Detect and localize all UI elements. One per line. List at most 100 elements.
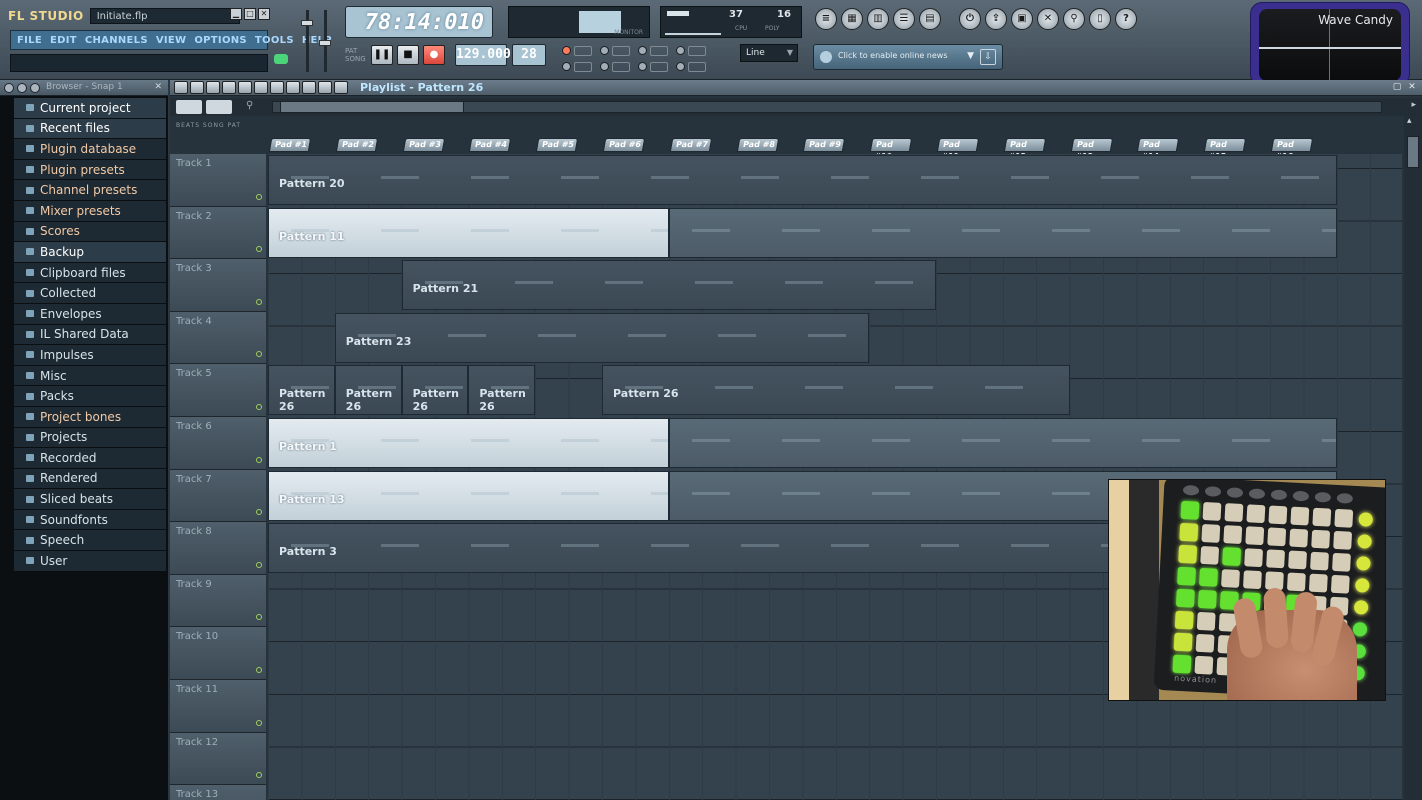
mute-tool-icon[interactable] — [254, 81, 268, 94]
menu-item-edit[interactable]: EDIT — [50, 35, 77, 46]
link-icon[interactable] — [650, 62, 668, 72]
wait-icon[interactable] — [574, 46, 592, 56]
metronome-icon[interactable] — [612, 46, 630, 56]
track-header[interactable]: Track 5 — [170, 364, 266, 417]
vertical-scrollbar-thumb[interactable] — [1407, 136, 1419, 168]
settings-icon[interactable]: ✕ — [1037, 8, 1059, 30]
master-pitch-slider[interactable] — [319, 40, 331, 46]
project-filename[interactable]: Initiate.flp — [89, 8, 240, 24]
pattern-clip[interactable] — [668, 418, 1337, 468]
pad-marker[interactable]: Pad #3 — [402, 138, 445, 152]
help-icon[interactable]: ? — [1115, 8, 1137, 30]
chevron-down-icon[interactable]: ▼ — [967, 51, 974, 61]
browser-icon[interactable]: ☰ — [893, 8, 915, 30]
tempo-display[interactable]: 129.000 — [455, 44, 511, 66]
snap-select[interactable]: Line ▼ — [740, 44, 798, 62]
online-news-panel[interactable]: Click to enable online news ▼ ⇩ — [813, 44, 1003, 70]
export-wave-icon[interactable]: ⇪ — [985, 8, 1007, 30]
browser-item-impulses[interactable]: Impulses — [14, 345, 166, 366]
mixer-icon[interactable]: ▤ — [919, 8, 941, 30]
song-position-display[interactable]: 78:14:010 — [345, 6, 493, 38]
browser-item-plugin-presets[interactable]: Plugin presets — [14, 159, 166, 181]
browser-item-recorded[interactable]: Recorded — [14, 448, 166, 469]
browser-item-envelopes[interactable]: Envelopes — [14, 303, 166, 325]
pad-marker[interactable]: Pad #5 — [535, 138, 579, 152]
pad-marker[interactable]: Pad #11 — [936, 138, 980, 161]
pattern-number-display[interactable]: 28 — [512, 44, 546, 66]
pattern-clip[interactable]: Pattern 26 — [334, 365, 402, 416]
horizontal-scrollbar-thumb[interactable] — [280, 101, 464, 113]
pattern-clip[interactable]: Pattern 26 — [468, 365, 536, 416]
browser-item-channel-presets[interactable]: Channel presets — [14, 180, 166, 201]
playback-tool-icon[interactable] — [334, 81, 348, 94]
browser-item-backup[interactable]: Backup — [14, 242, 166, 263]
track-header[interactable]: Track 1 — [170, 154, 266, 207]
track-active-icon[interactable] — [256, 193, 262, 200]
maximize-icon[interactable]: ▢ — [1391, 81, 1403, 93]
pad-marker[interactable]: Pad #7 — [669, 138, 713, 152]
pad-marker[interactable]: Pad #1 — [268, 138, 312, 152]
browser-item-misc[interactable]: Misc — [14, 365, 166, 387]
delete-tool-icon[interactable] — [238, 81, 252, 94]
pattern-view-toggle[interactable] — [176, 100, 202, 114]
browser-item-collected[interactable]: Collected — [14, 283, 166, 304]
wave-candy-plugin[interactable]: Wave Candy — [1250, 2, 1410, 86]
search-icon[interactable]: ⚲ — [1063, 8, 1085, 30]
pad-marker[interactable]: Pad #10 — [869, 138, 913, 161]
browser-item-current-project[interactable]: Current project — [14, 98, 166, 119]
track-header[interactable]: Track 13 — [170, 785, 266, 800]
track-header[interactable]: Track 2 — [170, 206, 266, 260]
browser-menu-icon[interactable] — [4, 83, 14, 93]
browser-item-user[interactable]: User — [14, 551, 166, 572]
pad-marker[interactable]: Pad #8 — [736, 138, 779, 152]
browser-item-mixer-presets[interactable]: Mixer presets — [14, 200, 166, 222]
track-active-icon[interactable] — [256, 351, 262, 358]
playlist-title[interactable]: Playlist - Pattern 26 — [360, 81, 483, 94]
track-header[interactable]: Track 9 — [170, 574, 266, 628]
snap-toggle[interactable] — [676, 62, 685, 71]
master-volume-slider[interactable] — [301, 20, 313, 26]
close-icon[interactable]: ✕ — [258, 8, 270, 20]
pattern-clip[interactable]: Pattern 21 — [401, 260, 936, 311]
blend-toggle[interactable] — [638, 46, 647, 55]
audio-view-toggle[interactable] — [206, 100, 232, 114]
oscilloscope-monitor[interactable]: MONITOR — [508, 6, 650, 38]
multilink-toggle[interactable] — [638, 62, 647, 71]
track-active-icon[interactable] — [256, 666, 262, 673]
pad-marker[interactable]: Pad #14 — [1137, 138, 1180, 161]
power-icon[interactable]: ⏻ — [959, 8, 981, 30]
browser-item-plugin-database[interactable]: Plugin database — [14, 139, 166, 160]
pad-marker[interactable]: Pad #2 — [335, 138, 379, 152]
snap-icon[interactable] — [688, 62, 706, 72]
close-icon[interactable]: ✕ — [1406, 81, 1418, 93]
browser-item-packs[interactable]: Packs — [14, 386, 166, 407]
track-header[interactable]: Track 11 — [170, 679, 266, 733]
pad-marker[interactable]: Pad #4 — [469, 138, 512, 152]
browser-item-scores[interactable]: Scores — [14, 221, 166, 243]
piano-toggle[interactable] — [600, 62, 609, 71]
pin-icon[interactable]: ⚲ — [246, 100, 253, 111]
pattern-clip[interactable]: Pattern 13 — [268, 470, 669, 521]
typing-keyboard-icon[interactable] — [688, 46, 706, 56]
paint-tool-icon[interactable] — [222, 81, 236, 94]
countdown-toggle[interactable] — [600, 46, 609, 55]
step-edit-toggle[interactable] — [676, 46, 685, 55]
menu-item-file[interactable]: FILE — [17, 35, 42, 46]
track-header[interactable]: Track 7 — [170, 469, 266, 523]
track-header[interactable]: Track 8 — [170, 522, 266, 575]
arrow-up-icon[interactable]: ▴ — [1407, 116, 1412, 126]
overdub-toggle[interactable] — [562, 62, 571, 71]
save-icon[interactable]: ▣ — [1011, 8, 1033, 30]
pad-marker[interactable]: Pad #15 — [1203, 138, 1247, 161]
arrow-right-icon[interactable]: ▸ — [1411, 100, 1416, 110]
pad-marker[interactable]: Pad #9 — [803, 138, 846, 152]
pad-marker[interactable]: Pad #12 — [1003, 138, 1047, 161]
maximize-icon[interactable]: □ — [244, 8, 256, 20]
browser-item-speech[interactable]: Speech — [14, 530, 166, 552]
browser-item-il-shared-data[interactable]: IL Shared Data — [14, 324, 166, 346]
menu-item-options[interactable]: OPTIONS — [194, 35, 247, 46]
browser-item-rendered[interactable]: Rendered — [14, 468, 166, 490]
track-header[interactable]: Track 6 — [170, 416, 266, 470]
piano-icon[interactable] — [612, 62, 630, 72]
browser-collapse-icon[interactable] — [17, 83, 27, 93]
